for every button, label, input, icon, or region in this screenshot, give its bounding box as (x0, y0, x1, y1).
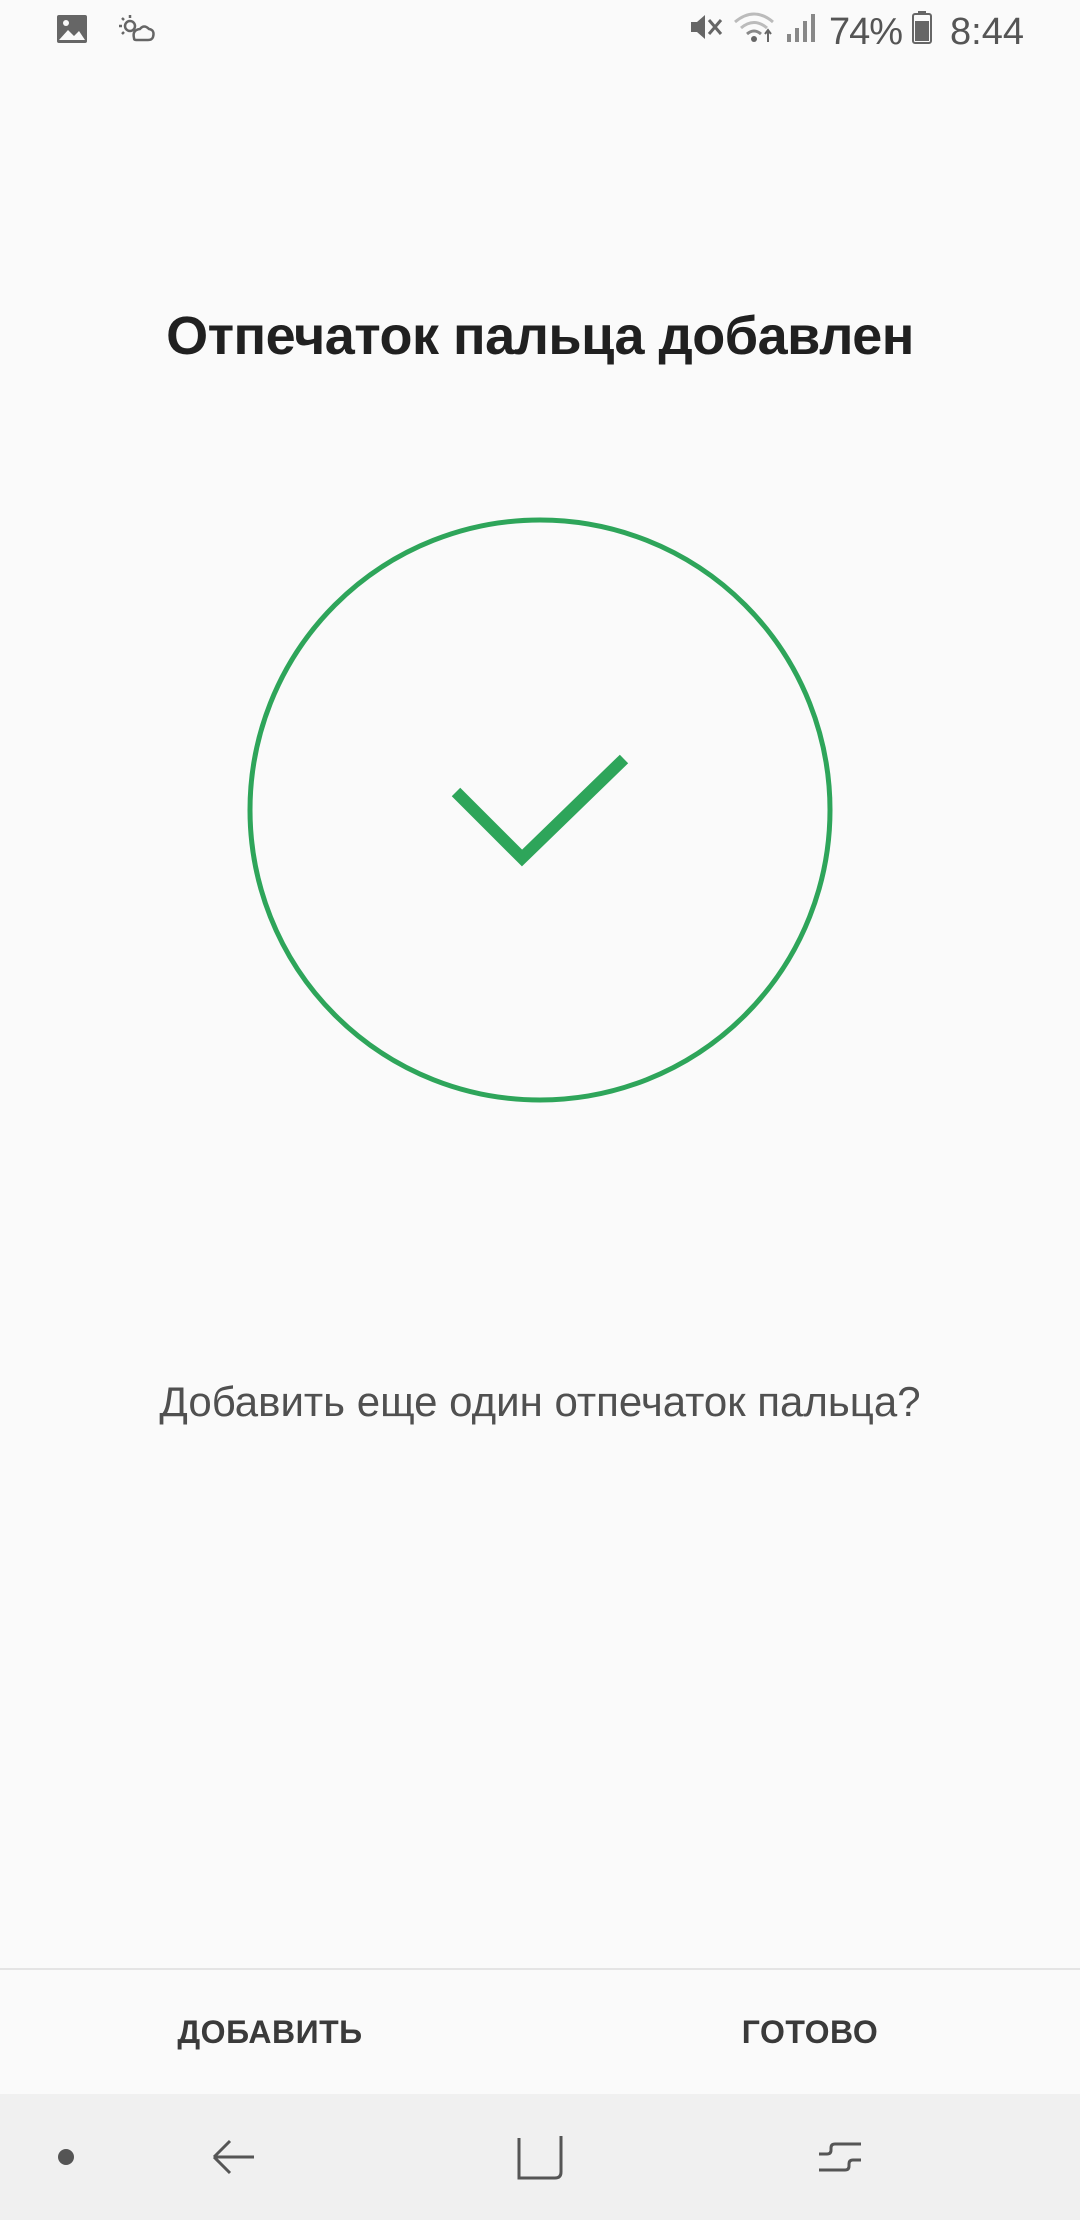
navigation-bar (0, 2094, 1080, 2220)
check-circle-icon (246, 516, 834, 1104)
home-icon[interactable] (490, 2094, 590, 2220)
fingerprint-added-screen: 74% 8:44 Отпечаток пальца добавлен Добав… (0, 0, 1080, 2220)
status-left-icons (56, 14, 156, 49)
mute-icon (687, 10, 723, 54)
recents-icon[interactable] (796, 2094, 884, 2220)
page-title: Отпечаток пальца добавлен (166, 306, 914, 366)
back-icon[interactable] (190, 2094, 278, 2220)
battery-percent: 74% (828, 10, 903, 53)
wifi-icon (733, 10, 775, 54)
done-button[interactable]: ГОТОВО (540, 1970, 1080, 2094)
signal-icon (785, 10, 819, 54)
battery-icon (912, 10, 933, 54)
clock: 8:44 (950, 10, 1024, 53)
dot-icon[interactable] (36, 2094, 96, 2220)
add-another-question: Добавить еще один отпечаток пальца? (159, 1378, 921, 1425)
status-bar: 74% 8:44 (0, 0, 1080, 66)
add-button[interactable]: ДОБАВИТЬ (0, 1970, 540, 2094)
gallery-icon (56, 14, 88, 49)
weather-icon (118, 14, 156, 49)
action-bar: ДОБАВИТЬ ГОТОВО (0, 1968, 1080, 2094)
status-right-icons: 74% 8:44 (687, 10, 1024, 54)
